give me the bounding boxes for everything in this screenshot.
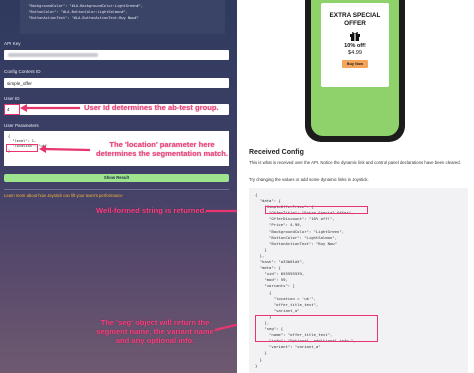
phone-preview: EXTRA SPECIAL OFFER 10% off! $4.99 Buy N… — [305, 0, 405, 142]
offer-price: $4.99 — [348, 50, 362, 56]
buy-now-button[interactable]: Buy Now — [342, 60, 368, 68]
annotation-user-id: User Id determines the ab-test group. — [84, 103, 219, 112]
seg-highlight — [255, 315, 378, 342]
phone-screen: EXTRA SPECIAL OFFER 10% off! $4.99 Buy N… — [311, 0, 399, 136]
offer-title-highlight — [265, 206, 368, 214]
annotation-location: The 'location' parameter here determines… — [95, 140, 229, 158]
offer-card: EXTRA SPECIAL OFFER 10% off! $4.99 Buy N… — [321, 3, 389, 87]
received-config-panel: EXTRA SPECIAL OFFER 10% off! $4.99 Buy N… — [237, 0, 474, 373]
offer-title: EXTRA SPECIAL OFFER — [329, 12, 381, 27]
annotation-seg: The 'seg' object will return the segment… — [96, 318, 214, 345]
response-code-block: { "data": { "SimpleOfferPrice": { "Offer… — [249, 188, 468, 373]
received-config-description: This is what is received over the API. N… — [249, 160, 461, 165]
gift-icon — [350, 32, 360, 41]
received-config-hint: Try changing the values or add some dyna… — [249, 177, 369, 182]
received-config-title: Received Config — [249, 149, 304, 156]
response-code: { "data": { "SimpleOfferPrice": { "Offer… — [255, 192, 356, 368]
offer-discount: 10% off! — [344, 43, 366, 49]
annotation-well-formed: Well-formed string is returned. — [96, 206, 207, 215]
